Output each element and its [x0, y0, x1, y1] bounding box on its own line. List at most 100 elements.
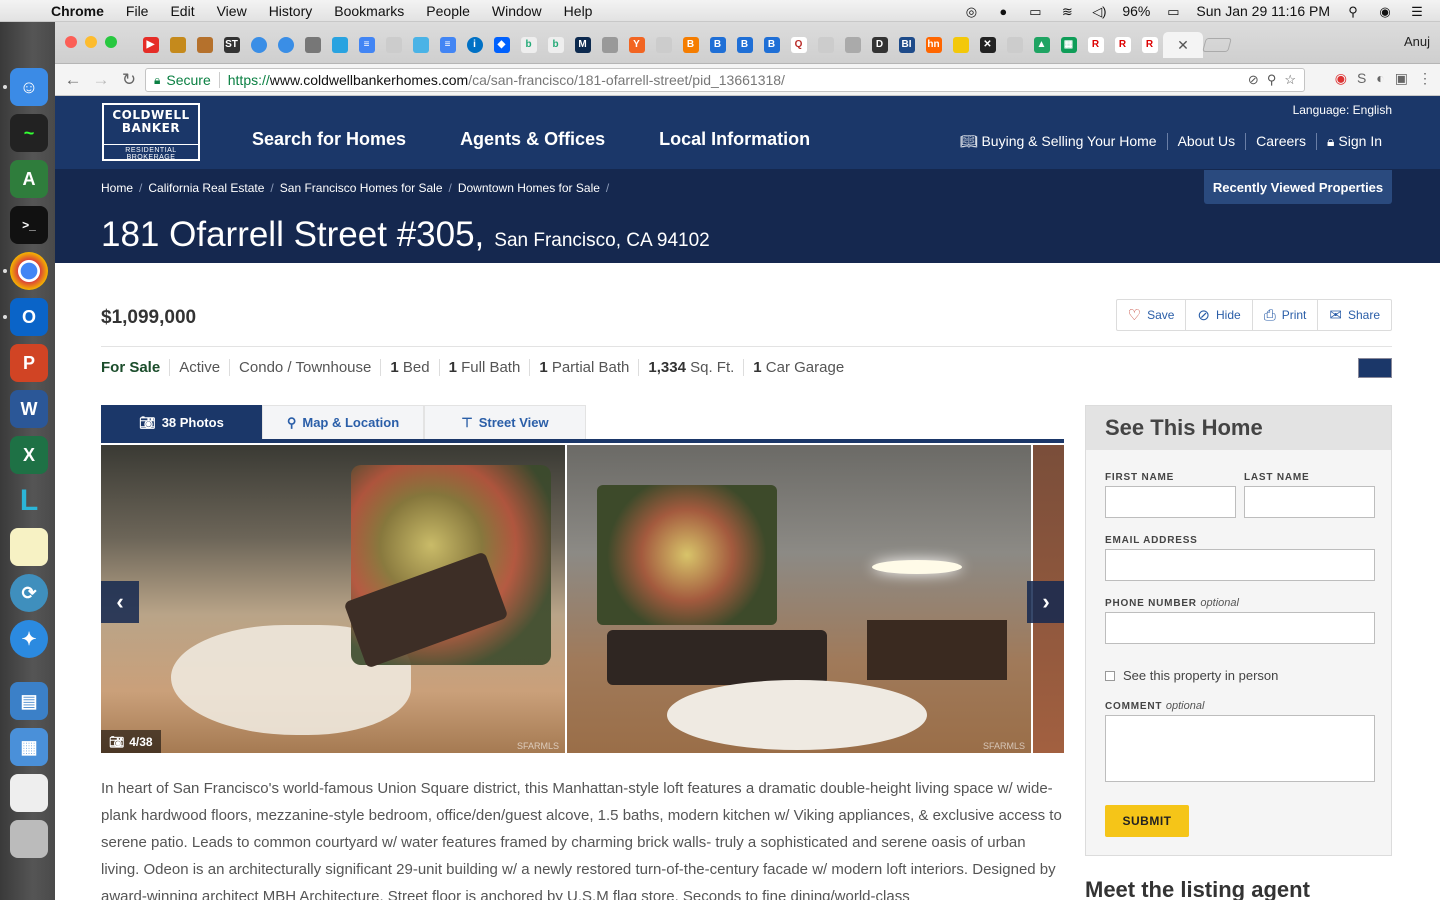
tab-18[interactable]	[596, 32, 623, 58]
android-studio-icon[interactable]: A	[10, 160, 48, 198]
nav-agents-offices[interactable]: Agents & Offices	[460, 129, 605, 150]
language-selector[interactable]: Language: English	[1293, 103, 1392, 117]
document-stack-icon[interactable]	[10, 774, 48, 812]
tab-active[interactable]: ✕	[1163, 32, 1203, 58]
tab-11[interactable]	[407, 32, 434, 58]
nav-about-us[interactable]: About Us	[1166, 133, 1246, 150]
tab-3[interactable]	[191, 32, 218, 58]
tab-27[interactable]	[839, 32, 866, 58]
tab-33[interactable]	[1001, 32, 1028, 58]
see-in-person-checkbox[interactable]: See this property in person	[1105, 668, 1278, 683]
volume-icon[interactable]: ◁)	[1090, 4, 1108, 19]
menu-people[interactable]: People	[415, 3, 481, 19]
close-window-button[interactable]	[65, 36, 77, 48]
breadcrumb-home[interactable]: Home	[101, 181, 133, 195]
menu-bookmarks[interactable]: Bookmarks	[323, 3, 415, 19]
nav-buying-selling[interactable]: 📖︎ Buying & Selling Your Home	[950, 133, 1167, 150]
minimize-window-button[interactable]	[85, 36, 97, 48]
activity-monitor-icon[interactable]: ~	[10, 114, 48, 152]
photo-gallery[interactable]: SFARMLS SFARMLS ‹ › 📷︎ 4/38	[101, 445, 1064, 753]
menu-icon[interactable]: ⋮	[1418, 70, 1432, 87]
excel-icon[interactable]: X	[10, 436, 48, 474]
tab-26[interactable]	[812, 32, 839, 58]
trash-icon[interactable]	[10, 820, 48, 858]
tab-22[interactable]: B	[704, 32, 731, 58]
extension-icon[interactable]: ◐	[1376, 70, 1384, 87]
nav-local-information[interactable]: Local Information	[659, 129, 810, 150]
powerpoint-icon[interactable]: P	[10, 344, 48, 382]
notes-icon[interactable]	[10, 528, 48, 566]
forward-icon[interactable]: →	[87, 70, 115, 90]
menu-help[interactable]: Help	[553, 3, 604, 19]
coldwell-banker-logo[interactable]: COLDWELL BANKER RESIDENTIAL BROKERAGE	[102, 103, 200, 161]
menu-file[interactable]: File	[115, 3, 160, 19]
tab-8[interactable]	[326, 32, 353, 58]
tab-youtube[interactable]: ▶	[137, 32, 164, 58]
tab-9[interactable]: ≡	[353, 32, 380, 58]
photo-living-room[interactable]: SFARMLS	[567, 445, 1032, 753]
menu-edit[interactable]: Edit	[159, 3, 205, 19]
tab-28[interactable]: D	[866, 32, 893, 58]
menu-view[interactable]: View	[206, 3, 258, 19]
tab-38[interactable]: R	[1136, 32, 1163, 58]
nav-search-for-homes[interactable]: Search for Homes	[252, 129, 406, 150]
blocked-icon[interactable]: ⊘	[1248, 72, 1259, 88]
tab-30[interactable]: hn	[920, 32, 947, 58]
tab-23[interactable]: B	[731, 32, 758, 58]
creative-cloud-icon[interactable]: ◎	[962, 4, 980, 19]
tab-6[interactable]	[272, 32, 299, 58]
tab-map-location[interactable]: ⚲ Map & Location	[262, 405, 424, 439]
downloads-folder-icon[interactable]: ▦	[10, 728, 48, 766]
menu-app[interactable]: Chrome	[40, 3, 115, 19]
remote-desktop-icon[interactable]: ▤	[10, 682, 48, 720]
tab-10[interactable]	[380, 32, 407, 58]
hide-button[interactable]: ⊘ Hide	[1185, 300, 1251, 330]
word-icon[interactable]: W	[10, 390, 48, 428]
back-icon[interactable]: ←	[59, 70, 87, 90]
extension-icon[interactable]: ◉	[1335, 70, 1347, 87]
terminal-icon[interactable]: >_	[10, 206, 48, 244]
breadcrumb-downtown[interactable]: Downtown Homes for Sale	[458, 181, 600, 195]
notification-icon[interactable]: ●	[994, 4, 1012, 19]
tab-29[interactable]: BI	[893, 32, 920, 58]
battery-percent[interactable]: 96%	[1122, 3, 1150, 19]
clock[interactable]: Sun Jan 29 11:16 PM	[1196, 3, 1330, 19]
extension-icon[interactable]: ▣	[1395, 70, 1408, 87]
safari-icon[interactable]: ✦	[10, 620, 48, 658]
tab-17[interactable]: M	[569, 32, 596, 58]
share-button[interactable]: ✉ Share	[1317, 300, 1391, 330]
tab-15[interactable]: b	[515, 32, 542, 58]
tab-24[interactable]: B	[758, 32, 785, 58]
previous-photo-button[interactable]: ‹	[101, 581, 139, 623]
finder-icon[interactable]: ☺	[10, 68, 48, 106]
airplay-icon[interactable]: ▭	[1026, 4, 1044, 19]
tab-street-view[interactable]: ⊤ Street View	[424, 405, 586, 439]
tab-16[interactable]: b	[542, 32, 569, 58]
menu-window[interactable]: Window	[481, 3, 553, 19]
nav-sign-in[interactable]: 🔒︎ Sign In	[1315, 133, 1392, 150]
breadcrumb-san-francisco[interactable]: San Francisco Homes for Sale	[280, 181, 443, 195]
tab-35[interactable]: ▦	[1055, 32, 1082, 58]
first-name-input[interactable]	[1105, 486, 1236, 518]
comment-textarea[interactable]	[1105, 715, 1375, 782]
battery-icon[interactable]: ▭	[1164, 4, 1182, 19]
siri-icon[interactable]: ◉	[1376, 4, 1394, 19]
tab-5[interactable]	[245, 32, 272, 58]
vpn-icon[interactable]: ⟳	[10, 574, 48, 612]
tab-photos[interactable]: 📷︎ 38 Photos	[101, 405, 262, 439]
wifi-icon[interactable]: ≋	[1058, 4, 1076, 19]
reload-icon[interactable]: ↻	[115, 70, 143, 90]
tab-34[interactable]: ▲	[1028, 32, 1055, 58]
notification-center-icon[interactable]: ☰	[1408, 4, 1426, 19]
phone-input[interactable]	[1105, 612, 1375, 644]
print-button[interactable]: ⎙ Print	[1251, 300, 1318, 330]
tab-36[interactable]: R	[1082, 32, 1109, 58]
address-bar[interactable]: 🔒︎ Secure https:// www.coldwellbankerhom…	[145, 68, 1305, 92]
tab-7[interactable]	[299, 32, 326, 58]
recently-viewed-button[interactable]: Recently Viewed Properties	[1204, 170, 1392, 204]
checkbox-box[interactable]	[1105, 670, 1115, 681]
tab-21[interactable]: B	[677, 32, 704, 58]
breadcrumb-california[interactable]: California Real Estate	[148, 181, 264, 195]
zoom-window-button[interactable]	[105, 36, 117, 48]
menu-history[interactable]: History	[258, 3, 324, 19]
